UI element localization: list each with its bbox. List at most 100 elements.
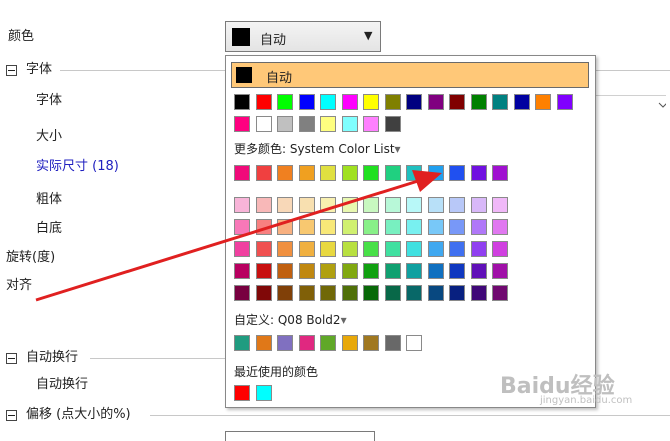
palette-color-swatch[interactable] <box>299 241 315 257</box>
palette-color-swatch[interactable] <box>471 285 487 301</box>
palette-color-swatch[interactable] <box>363 241 379 257</box>
system-color-swatch[interactable] <box>363 165 379 181</box>
palette-color-swatch[interactable] <box>492 285 508 301</box>
palette-color-swatch[interactable] <box>363 197 379 213</box>
palette-color-swatch[interactable] <box>277 219 293 235</box>
standard-color-swatch[interactable] <box>342 94 358 110</box>
system-color-swatch[interactable] <box>406 165 422 181</box>
standard-color-swatch[interactable] <box>363 116 379 132</box>
system-color-swatch[interactable] <box>234 165 250 181</box>
standard-color-swatch[interactable] <box>514 94 530 110</box>
palette-color-swatch[interactable] <box>492 197 508 213</box>
standard-color-swatch[interactable] <box>428 94 444 110</box>
palette-color-swatch[interactable] <box>299 285 315 301</box>
autowrap-section-toggle[interactable] <box>6 353 17 364</box>
custom-color-swatch[interactable] <box>299 335 315 351</box>
palette-color-swatch[interactable] <box>299 219 315 235</box>
font-section-toggle[interactable] <box>6 65 17 76</box>
custom-color-swatch[interactable] <box>342 335 358 351</box>
palette-color-swatch[interactable] <box>256 197 272 213</box>
palette-color-swatch[interactable] <box>256 285 272 301</box>
palette-color-swatch[interactable] <box>406 197 422 213</box>
palette-color-swatch[interactable] <box>342 285 358 301</box>
custom-color-swatch[interactable] <box>277 335 293 351</box>
palette-color-swatch[interactable] <box>256 263 272 279</box>
palette-color-swatch[interactable] <box>320 197 336 213</box>
standard-color-swatch[interactable] <box>277 94 293 110</box>
standard-color-swatch[interactable] <box>385 116 401 132</box>
standard-color-swatch[interactable] <box>449 94 465 110</box>
palette-color-swatch[interactable] <box>363 263 379 279</box>
custom-color-swatch[interactable] <box>320 335 336 351</box>
recent-color-swatch[interactable] <box>234 385 250 401</box>
palette-color-swatch[interactable] <box>277 263 293 279</box>
system-color-swatch[interactable] <box>471 165 487 181</box>
palette-color-swatch[interactable] <box>385 219 401 235</box>
palette-color-swatch[interactable] <box>449 197 465 213</box>
palette-color-swatch[interactable] <box>471 241 487 257</box>
palette-color-swatch[interactable] <box>320 219 336 235</box>
system-color-swatch[interactable] <box>320 165 336 181</box>
palette-color-swatch[interactable] <box>428 285 444 301</box>
palette-color-swatch[interactable] <box>385 197 401 213</box>
custom-color-swatch[interactable] <box>234 335 250 351</box>
palette-color-swatch[interactable] <box>406 263 422 279</box>
palette-color-swatch[interactable] <box>492 241 508 257</box>
palette-color-swatch[interactable] <box>342 241 358 257</box>
standard-color-swatch[interactable] <box>363 94 379 110</box>
palette-color-swatch[interactable] <box>492 263 508 279</box>
palette-color-swatch[interactable] <box>449 263 465 279</box>
standard-color-swatch[interactable] <box>277 116 293 132</box>
custom-colors-label[interactable]: 自定义: Q08 Bold2▾ <box>234 312 347 328</box>
palette-color-swatch[interactable] <box>256 219 272 235</box>
standard-color-swatch[interactable] <box>320 116 336 132</box>
palette-color-swatch[interactable] <box>385 263 401 279</box>
palette-color-swatch[interactable] <box>449 241 465 257</box>
palette-color-swatch[interactable] <box>428 241 444 257</box>
standard-color-swatch[interactable] <box>299 94 315 110</box>
palette-color-swatch[interactable] <box>471 197 487 213</box>
system-color-swatch[interactable] <box>449 165 465 181</box>
palette-color-swatch[interactable] <box>277 285 293 301</box>
palette-color-swatch[interactable] <box>471 219 487 235</box>
system-color-swatch[interactable] <box>492 165 508 181</box>
custom-color-swatch[interactable] <box>406 335 422 351</box>
palette-color-swatch[interactable] <box>234 197 250 213</box>
palette-color-swatch[interactable] <box>277 241 293 257</box>
palette-color-swatch[interactable] <box>320 263 336 279</box>
offset-input[interactable] <box>225 431 375 441</box>
standard-color-swatch[interactable] <box>234 116 250 132</box>
standard-color-swatch[interactable] <box>492 94 508 110</box>
system-color-swatch[interactable] <box>428 165 444 181</box>
palette-color-swatch[interactable] <box>428 263 444 279</box>
palette-color-swatch[interactable] <box>492 219 508 235</box>
palette-color-swatch[interactable] <box>342 219 358 235</box>
palette-color-swatch[interactable] <box>406 241 422 257</box>
palette-color-swatch[interactable] <box>234 285 250 301</box>
standard-color-swatch[interactable] <box>256 94 272 110</box>
system-color-swatch[interactable] <box>342 165 358 181</box>
standard-color-swatch[interactable] <box>342 116 358 132</box>
palette-color-swatch[interactable] <box>256 241 272 257</box>
palette-color-swatch[interactable] <box>449 285 465 301</box>
palette-color-swatch[interactable] <box>363 219 379 235</box>
standard-color-swatch[interactable] <box>535 94 551 110</box>
standard-color-swatch[interactable] <box>234 94 250 110</box>
palette-color-swatch[interactable] <box>385 241 401 257</box>
palette-color-swatch[interactable] <box>406 219 422 235</box>
palette-color-swatch[interactable] <box>342 197 358 213</box>
recent-color-swatch[interactable] <box>256 385 272 401</box>
system-color-swatch[interactable] <box>299 165 315 181</box>
font-select-remnant[interactable] <box>596 95 668 115</box>
palette-color-swatch[interactable] <box>234 241 250 257</box>
palette-color-swatch[interactable] <box>277 197 293 213</box>
palette-color-swatch[interactable] <box>234 263 250 279</box>
offset-section-toggle[interactable] <box>6 410 17 421</box>
palette-color-swatch[interactable] <box>363 285 379 301</box>
palette-color-swatch[interactable] <box>428 197 444 213</box>
dropdown-arrow-icon[interactable]: ▼ <box>364 29 372 42</box>
palette-color-swatch[interactable] <box>449 219 465 235</box>
standard-color-swatch[interactable] <box>471 94 487 110</box>
palette-color-swatch[interactable] <box>320 285 336 301</box>
system-color-swatch[interactable] <box>256 165 272 181</box>
